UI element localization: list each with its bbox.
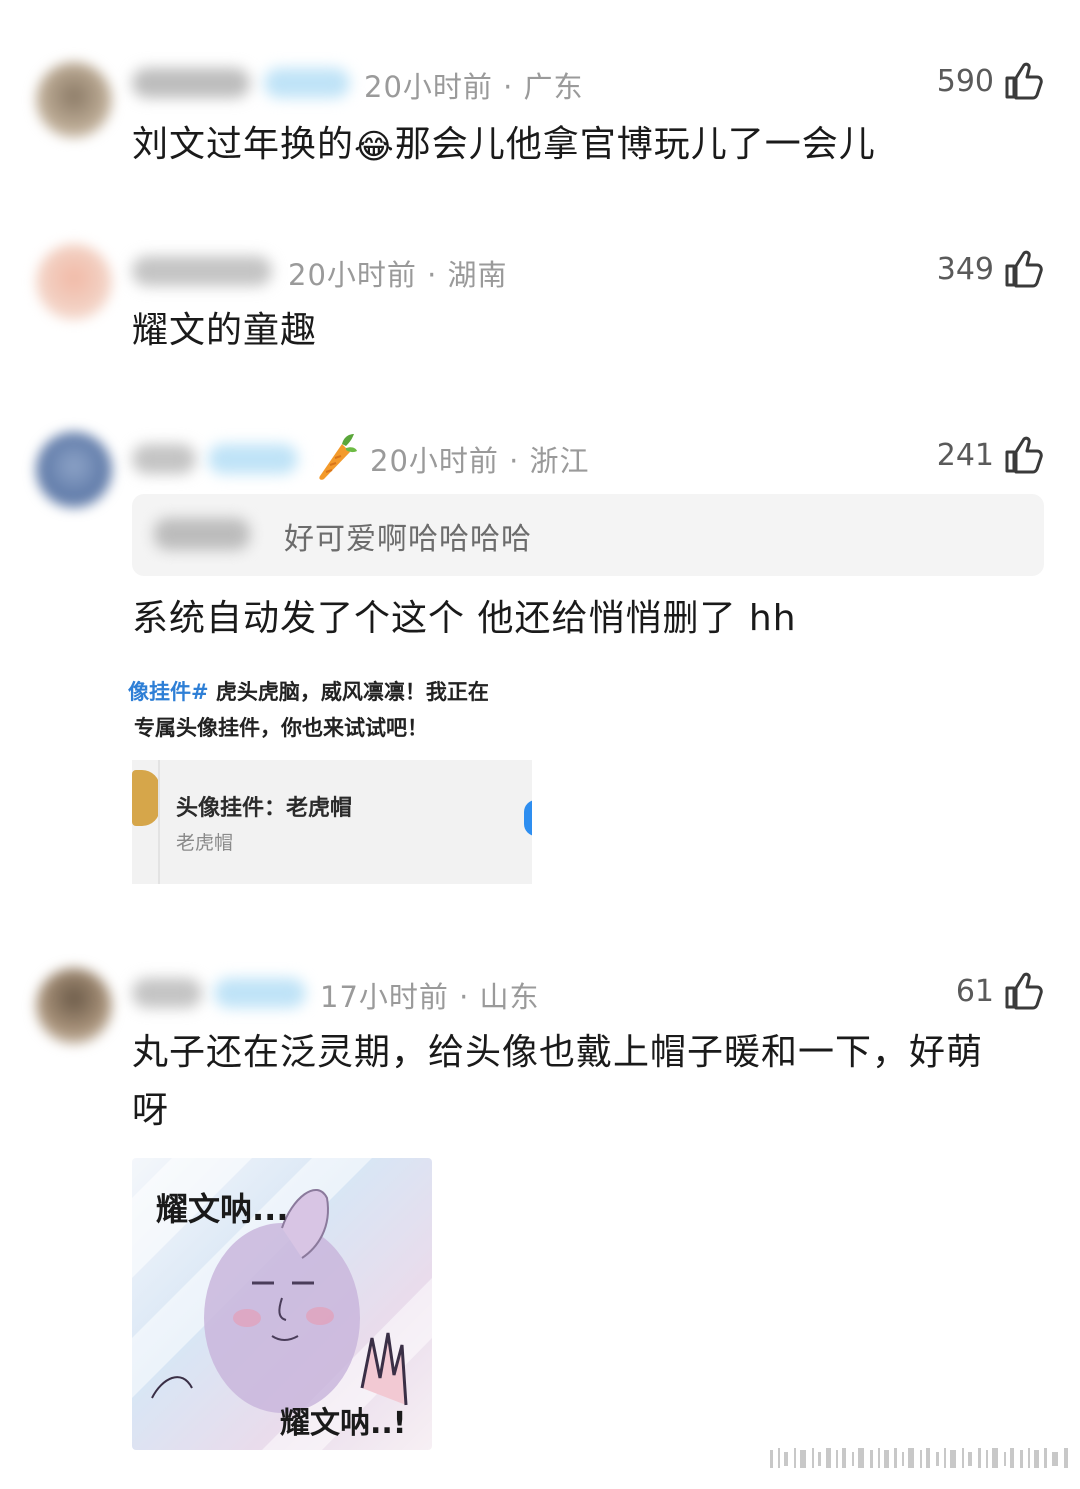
like-button[interactable]: 590 [937, 60, 1044, 102]
username[interactable] [132, 68, 250, 98]
thumbs-up-icon [1005, 250, 1043, 288]
comment-text: 刘文过年换的😂那会儿他拿官博玩儿了一会儿 [132, 116, 876, 176]
screenshot-card-button [524, 800, 532, 836]
avatar[interactable] [36, 62, 112, 138]
comment-text-part: 那会儿他拿官博玩儿了一会儿 [394, 124, 876, 165]
meme-caption-bottom: 耀文呐..! [280, 1406, 407, 1441]
thumbs-up-icon [1005, 972, 1043, 1010]
comment-text: 系统自动发了个这个 他还给悄悄删了 hh [132, 598, 797, 639]
thumbs-up-icon [1005, 436, 1043, 474]
user-badge [264, 68, 350, 98]
username[interactable] [132, 256, 272, 286]
screenshot-line: 像挂件# 虎头虎脑，威风凛凛！我正在 [128, 676, 489, 706]
carrot-icon [319, 434, 357, 480]
quoted-username [154, 518, 250, 550]
like-button[interactable]: 349 [937, 248, 1044, 290]
comment-text-part: 刘文过年换的 [132, 124, 355, 165]
avatar[interactable] [36, 244, 112, 320]
comment-meta: 20小时前 · 广东 [364, 70, 584, 104]
tiger-hat-icon [132, 770, 160, 826]
quoted-text: 好可爱啊哈哈哈哈 [284, 522, 532, 557]
username[interactable] [132, 978, 202, 1008]
screenshot-card-title: 头像挂件：老虎帽 [176, 796, 353, 821]
quoted-reply[interactable]: 好可爱啊哈哈哈哈 [132, 494, 1044, 576]
comment-meta: 20小时前 · 湖南 [288, 258, 508, 292]
username[interactable] [132, 444, 196, 474]
avatar[interactable] [36, 968, 112, 1044]
comment-text-line: 丸子还在泛灵期，给头像也戴上帽子暖和一下，好萌 [132, 1032, 984, 1073]
like-count: 349 [936, 251, 994, 287]
watermark-barcode [770, 1448, 1068, 1468]
screenshot-hashtag: 像挂件# [128, 680, 209, 704]
comment-text: 耀文的童趣 [132, 310, 318, 351]
attached-screenshot[interactable]: 像挂件# 虎头虎脑，威风凛凛！我正在 专属头像挂件，你也来试试吧！ 头像挂件：老… [128, 668, 532, 884]
user-badge [208, 444, 298, 474]
screenshot-line-text: 虎头虎脑，威风凛凛！我正在 [208, 680, 489, 704]
screenshot-card: 头像挂件：老虎帽 老虎帽 [132, 760, 532, 884]
like-count: 61 [955, 973, 994, 1009]
user-badge [214, 978, 306, 1008]
like-count: 590 [936, 63, 994, 99]
comment-meta: 20小时前 · 浙江 [370, 444, 590, 478]
comment-text-line: 呀 [132, 1090, 170, 1131]
meme-image[interactable]: 耀文呐... 耀文呐..! [132, 1158, 432, 1450]
screenshot-card-subtitle: 老虎帽 [176, 832, 234, 854]
comment-text: 丸子还在泛灵期，给头像也戴上帽子暖和一下，好萌 呀 [132, 1024, 983, 1140]
screenshot-line: 专属头像挂件，你也来试试吧！ [134, 716, 428, 740]
like-button[interactable]: 61 [956, 970, 1044, 1012]
comment-meta: 17小时前 · 山东 [320, 980, 540, 1014]
laughing-tears-emoji: 😂 [354, 127, 395, 167]
like-button[interactable]: 241 [937, 434, 1044, 476]
divider [158, 760, 160, 884]
avatar[interactable] [36, 432, 112, 508]
thumbs-up-icon [1005, 62, 1043, 100]
like-count: 241 [936, 437, 994, 473]
meme-caption-top: 耀文呐... [156, 1190, 289, 1228]
